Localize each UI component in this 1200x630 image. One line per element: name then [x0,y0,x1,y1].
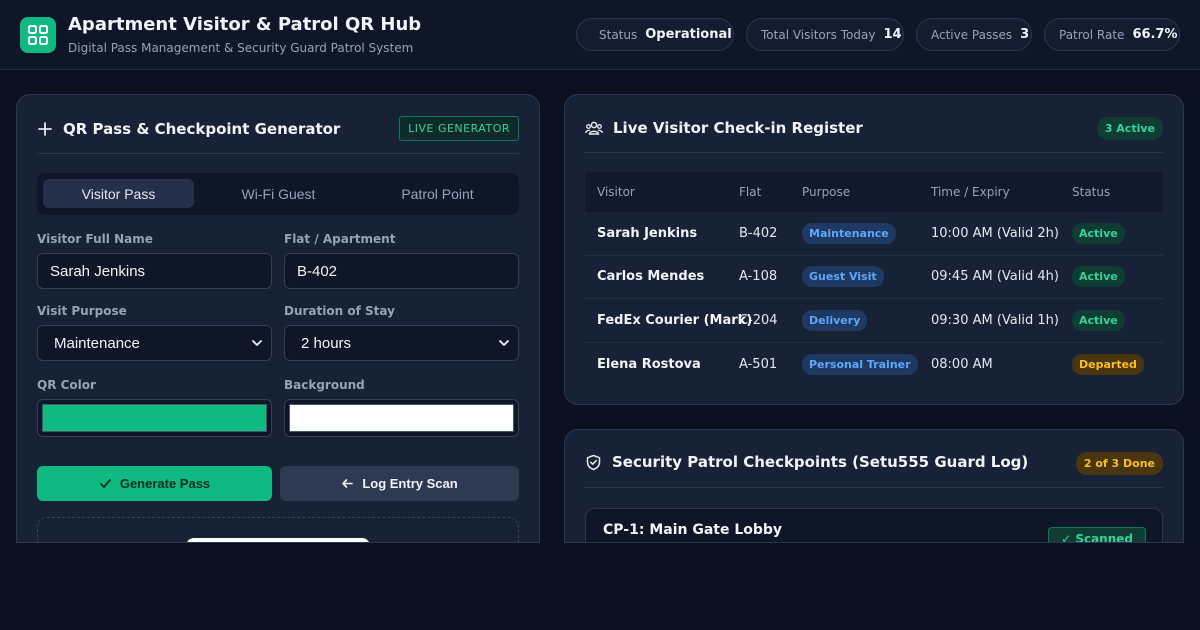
chevron-down-icon [252,340,262,346]
patrol-panel: Security Patrol Checkpoints (Setu555 Gua… [564,429,1184,543]
status-badge: Active [1072,266,1125,288]
table-header: Visitor Flat Purpose Time / Expiry Statu… [585,172,1163,212]
visitors-today-pill: Total Visitors Today 14 [746,18,904,51]
col-time: Time / Expiry [931,185,1010,199]
arrow-left-icon [342,479,354,488]
visitor-flat: A-108 [739,269,778,285]
qr-color-picker[interactable] [37,399,272,437]
col-status: Status [1072,185,1111,199]
app-subtitle: Digital Pass Management & Security Guard… [68,41,414,55]
patrol-rate-value: 66.7% [1132,27,1178,42]
app-title: Apartment Visitor & Patrol QR Hub [68,14,422,35]
visitor-name: FedEx Courier (Mark) [597,312,753,328]
checkpoint-name: CP-1: Main Gate Lobby [603,522,783,538]
register-panel: Live Visitor Check-in Register 3 Active … [564,94,1184,405]
shield-check-icon [586,454,601,470]
status-badge: Active [1072,222,1125,244]
table-row[interactable]: Sarah Jenkins B-402 Maintenance 10:00 AM… [585,212,1163,256]
visitor-flat: C-204 [739,312,778,328]
tab-wifi-guest[interactable]: Wi-Fi Guest [203,179,354,208]
active-passes-label: Active Passes [931,27,1013,42]
tab-visitor-pass[interactable]: Visitor Pass [43,179,194,208]
flat-label: Flat / Apartment [284,232,396,246]
plus-icon [38,122,52,136]
duration-value: 2 hours [301,334,352,352]
check-icon [99,479,111,488]
status-pill: Status Operational [576,18,734,51]
visit-purpose-value: Maintenance [54,334,140,352]
generator-title-text: QR Pass & Checkpoint Generator [63,120,341,138]
visitor-time: 09:45 AM (Valid 4h) [931,269,1059,285]
qr-preview-card [186,538,370,542]
visit-purpose-label: Visit Purpose [37,304,127,318]
generate-pass-label: Generate Pass [119,476,211,491]
table-row[interactable]: Carlos Mendes A-108 Guest Visit 09:45 AM… [585,256,1163,299]
active-count-badge: 3 Active [1096,117,1163,140]
status-label: Status [599,27,638,42]
qr-preview-area [37,517,519,542]
visitors-today-value: 14 [883,27,902,42]
generate-pass-button[interactable]: Generate Pass [37,466,272,501]
table-row[interactable]: FedEx Courier (Mark) C-204 Delivery 09:3… [585,299,1163,343]
log-entry-scan-button[interactable]: Log Entry Scan [280,466,519,501]
flat-input[interactable]: B-402 [284,253,519,289]
divider [585,487,1163,488]
visitor-name-input[interactable]: Sarah Jenkins [37,253,272,289]
divider [37,153,519,154]
generator-panel: QR Pass & Checkpoint Generator LIVE GENE… [16,94,540,543]
patrol-rate-pill: Patrol Rate 66.7% [1044,18,1180,51]
patrol-title: Security Patrol Checkpoints (Setu555 Gua… [585,453,1028,471]
visitor-name-label: Visitor Full Name [37,232,153,246]
visitor-name: Carlos Mendes [597,269,705,285]
checkpoint-status-badge: ✓ Scanned [1048,527,1146,542]
background-label: Background [284,378,365,392]
purpose-tag: Guest Visit [802,266,884,288]
generator-title: QR Pass & Checkpoint Generator [37,120,340,138]
background-color-picker[interactable] [284,399,519,437]
table-row[interactable]: Elena Rostova A-501 Personal Trainer 08:… [585,343,1163,387]
patrol-rate-label: Patrol Rate [1059,27,1125,42]
visitor-name: Elena Rostova [597,356,701,372]
col-visitor: Visitor [597,185,635,199]
register-title: Live Visitor Check-in Register [585,119,863,137]
qr-color-label: QR Color [37,378,96,392]
visitor-name: Sarah Jenkins [597,225,698,241]
col-flat: Flat [739,185,762,199]
col-purpose: Purpose [802,185,851,199]
active-passes-value: 3 [1020,27,1030,42]
divider [585,152,1163,153]
register-title-text: Live Visitor Check-in Register [613,119,863,137]
background-color-swatch [289,404,514,432]
visitor-time: 08:00 AM [931,356,993,372]
purpose-tag: Maintenance [802,222,896,244]
generator-tabs: Visitor Pass Wi-Fi Guest Patrol Point [37,173,519,215]
status-value: Operational [645,27,732,42]
status-badge: Active [1072,309,1125,331]
grid-icon [20,17,56,53]
purpose-tag: Personal Trainer [802,353,918,375]
live-generator-badge: LIVE GENERATOR [399,116,519,141]
patrol-progress-badge: 2 of 3 Done [1075,452,1163,475]
purpose-tag: Delivery [802,309,868,331]
visit-purpose-select[interactable]: Maintenance [37,325,272,361]
tab-patrol-point[interactable]: Patrol Point [362,179,513,208]
top-bar: Apartment Visitor & Patrol QR Hub Digita… [0,0,1200,70]
checkpoint-card[interactable]: CP-1: Main Gate Lobby ✓ Scanned [585,508,1163,542]
status-badge: Departed [1072,353,1144,375]
duration-label: Duration of Stay [284,304,395,318]
visitor-time: 09:30 AM (Valid 1h) [931,312,1059,328]
qr-color-swatch [42,404,267,432]
visitor-table: Visitor Flat Purpose Time / Expiry Statu… [585,172,1163,386]
visitor-flat: A-501 [739,356,778,372]
active-passes-pill: Active Passes 3 [916,18,1032,51]
visitor-time: 10:00 AM (Valid 2h) [931,225,1059,241]
visitor-flat: B-402 [739,225,778,241]
log-entry-scan-label: Log Entry Scan [362,476,458,491]
duration-select[interactable]: 2 hours [284,325,519,361]
users-icon [585,121,603,135]
chevron-down-icon [499,340,509,346]
visitors-today-label: Total Visitors Today [761,27,876,42]
patrol-title-text: Security Patrol Checkpoints (Setu555 Gua… [612,453,1029,471]
